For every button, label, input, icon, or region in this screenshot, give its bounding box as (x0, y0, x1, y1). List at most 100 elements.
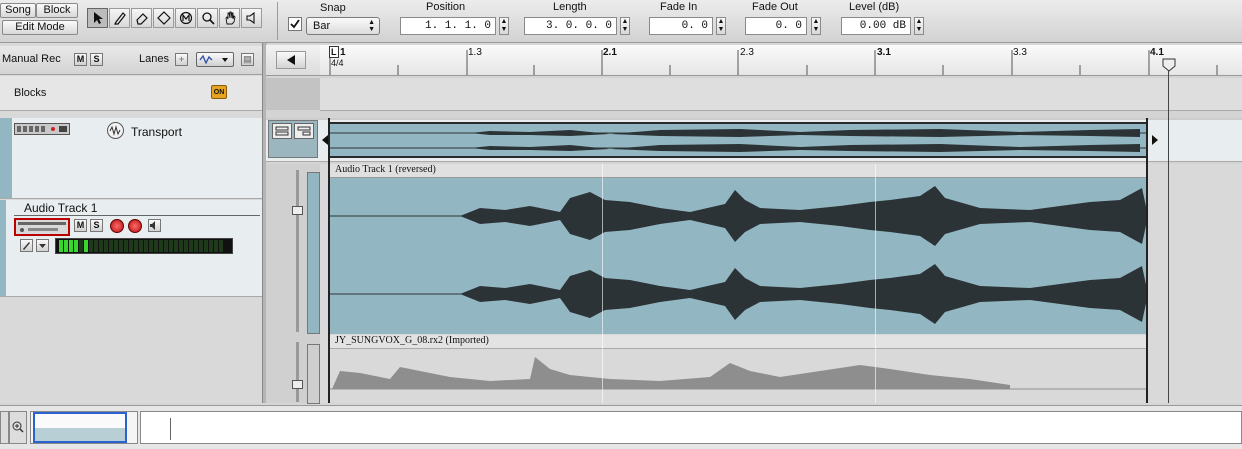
lane-scroll-bar-2[interactable] (307, 344, 320, 404)
lane-height-slider-track-2 (296, 342, 299, 402)
mute-m-icon (179, 11, 192, 25)
ruler-mark-1-3: 1.3 (468, 47, 482, 58)
right-locator-marker[interactable] (1162, 58, 1176, 72)
navigator-scroll-area[interactable] (140, 411, 1242, 444)
level-field[interactable]: 0.00 dB (841, 17, 911, 35)
razor-tool[interactable] (153, 8, 174, 28)
zoom-in-button[interactable] (9, 411, 27, 444)
position-label: Position (426, 1, 466, 13)
length-label: Length (553, 1, 587, 13)
lane-options-button[interactable]: ▤ (241, 53, 254, 66)
master-solo-button[interactable]: S (90, 53, 103, 66)
audio-clip-header[interactable]: Audio Track 1 (reversed) (330, 164, 1148, 178)
fade-in-field[interactable]: 0. 0 (649, 17, 713, 35)
transport-label: Transport (131, 125, 182, 139)
hand-icon (225, 11, 235, 25)
audio-track-name: Audio Track 1 (24, 201, 98, 215)
audio-clip[interactable] (330, 178, 1148, 334)
arrow-pointer-icon (93, 12, 103, 24)
toolbar-divider (277, 2, 278, 40)
fade-out-label: Fade Out (752, 1, 798, 13)
ruler-mark-4-1: 4.1 (1150, 47, 1164, 58)
fade-out-stepper[interactable]: ▲ ▼ (811, 17, 821, 35)
fade-out-field[interactable]: 0. 0 (745, 17, 807, 35)
time-signature: 4/4 (331, 58, 344, 68)
snap-label: Snap (320, 2, 346, 14)
navigator-clip-preview (35, 414, 125, 428)
lanes-label: Lanes (139, 53, 169, 65)
transport-device-thumb (14, 123, 70, 135)
ruler-mark-3-3: 3.3 (1013, 47, 1027, 58)
audio-level-meter (55, 238, 233, 254)
song-mode-button[interactable]: Song (0, 3, 36, 18)
transport-waveform-icon (107, 122, 124, 139)
navigator-end-marker (170, 418, 171, 440)
lane-height-slider-track (296, 170, 299, 332)
pencil-tool[interactable] (109, 8, 130, 28)
eraser-tool[interactable] (131, 8, 152, 28)
transport-overview-clip[interactable] (330, 122, 1148, 158)
record-enable-icon[interactable] (110, 219, 124, 233)
length-stepper[interactable]: ▲ ▼ (620, 17, 630, 35)
length-field[interactable]: 3. 0. 0. 0 (524, 17, 617, 35)
select-arrows-icon: ▲ ▼ (368, 19, 375, 33)
song-end-line (1168, 70, 1169, 403)
lane-view-select[interactable] (196, 52, 234, 67)
edit-mode-button[interactable]: Edit Mode (2, 20, 78, 35)
selection-tool[interactable] (87, 8, 108, 28)
mini-waveform (330, 129, 1148, 152)
rx2-clip[interactable] (330, 349, 1148, 403)
snap-select-value: Bar (313, 20, 331, 32)
checkmark-icon (290, 19, 300, 29)
ruler-mark-1: 1 (340, 47, 346, 58)
grid-line-bar-3 (875, 164, 876, 403)
blocks-on-badge[interactable]: ON (211, 85, 227, 99)
chevron-down-icon (39, 244, 46, 248)
speaker-tool[interactable] (241, 8, 262, 28)
left-locator-marker[interactable]: L (329, 46, 339, 58)
mute-tool[interactable] (175, 8, 196, 28)
magnify-tool[interactable] (197, 8, 218, 28)
track-menu-button[interactable] (36, 239, 49, 252)
position-field[interactable]: 1. 1. 1. 0 (400, 17, 496, 35)
navigator-viewport[interactable] (33, 412, 127, 443)
block-mode-button[interactable]: Block (36, 3, 78, 18)
audio-track-mute-button[interactable]: M (74, 219, 87, 232)
position-stepper[interactable]: ▲ ▼ (499, 17, 509, 35)
transport-panel-icon (17, 126, 67, 132)
lane-height-slider-thumb[interactable] (292, 206, 303, 215)
audio-speaker-button[interactable] (148, 219, 161, 232)
show-lanes-button[interactable] (294, 123, 314, 139)
add-lane-button[interactable]: + (175, 53, 188, 66)
ruler-mark-2-1: 2.1 (603, 47, 617, 58)
lane-height-slider-thumb-2[interactable] (292, 380, 303, 389)
audio-track-solo-button[interactable]: S (90, 219, 103, 232)
snap-select[interactable]: Bar ▲ ▼ (306, 17, 380, 35)
eraser-icon (135, 13, 148, 25)
zoom-in-icon (12, 421, 24, 433)
lane-scroll-bar[interactable] (307, 172, 320, 334)
fold-lanes-button[interactable] (272, 123, 292, 139)
audio-device-icon (18, 222, 66, 232)
manual-rec-button[interactable]: Manual Rec (2, 53, 61, 65)
razor-icon (156, 11, 171, 25)
clip-left-edge[interactable] (328, 118, 330, 403)
clip-end-handle[interactable] (1150, 134, 1160, 146)
zoom-out-button[interactable] (0, 411, 9, 444)
scroll-to-start-button[interactable] (276, 51, 306, 69)
pencil-small-icon (23, 242, 30, 250)
monitor-icon[interactable] (128, 219, 142, 233)
audio-track-tab[interactable]: Audio Track 1 (14, 201, 260, 216)
fade-in-stepper[interactable]: ▲ ▼ (716, 17, 726, 35)
clip-right-edge[interactable] (1146, 118, 1148, 403)
automation-pencil-button[interactable] (20, 239, 33, 252)
master-mute-button[interactable]: M (74, 53, 87, 66)
audio-waveform (330, 186, 1148, 324)
level-stepper[interactable]: ▲ ▼ (914, 17, 924, 35)
pencil-icon (113, 12, 126, 25)
audio-track-device-thumb[interactable] (14, 218, 70, 236)
rx2-clip-header[interactable]: JY_SUNGVOX_G_08.rx2 (Imported) (330, 335, 1148, 349)
audio-clip-title: Audio Track 1 (reversed) (335, 164, 436, 175)
hand-tool[interactable] (219, 8, 240, 28)
snap-checkbox[interactable] (288, 17, 302, 31)
